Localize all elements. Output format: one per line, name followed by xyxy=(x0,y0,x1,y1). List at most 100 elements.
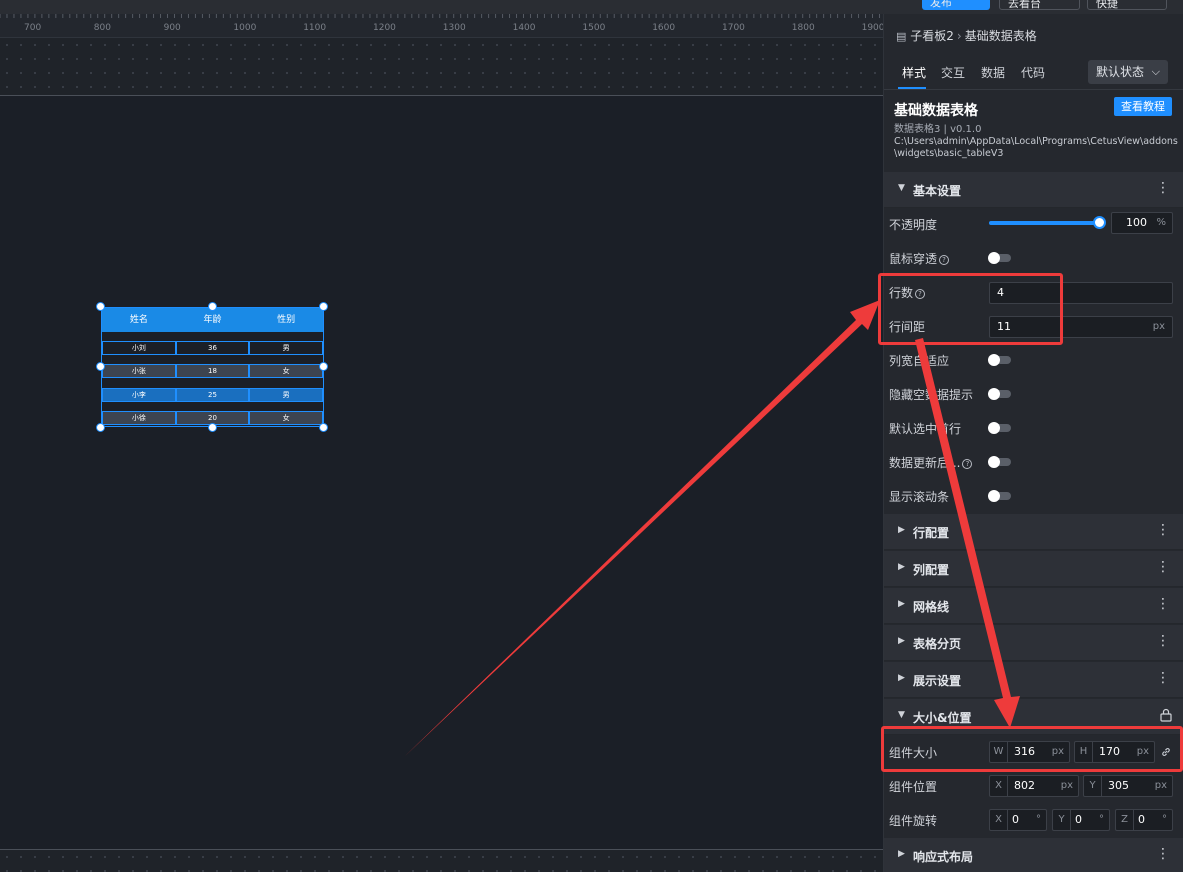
opacity-input[interactable]: 100 % xyxy=(1111,212,1173,234)
section-column-config[interactable]: ▶ 列配置 ⋮ xyxy=(884,551,1183,587)
degree-unit: ° xyxy=(1162,814,1167,825)
resize-handle-n[interactable] xyxy=(208,302,217,311)
opacity-value: 100 xyxy=(1126,216,1147,229)
state-select[interactable]: 默认状态 ⌵ xyxy=(1088,60,1168,84)
resize-handle-w[interactable] xyxy=(96,362,105,371)
section-title: 列配置 xyxy=(913,563,950,577)
section-title: 响应式布局 xyxy=(913,850,974,864)
table-cell: 女 xyxy=(249,411,324,425)
tab-interaction[interactable]: 交互 xyxy=(941,64,965,81)
table-row[interactable]: 小刘 36 男 xyxy=(102,341,324,355)
caret-right-icon: ▶ xyxy=(898,636,905,646)
resize-handle-s[interactable] xyxy=(208,423,217,432)
mouse-through-label: 鼠标穿透? xyxy=(889,250,950,267)
table-row[interactable]: 小李 25 男 xyxy=(102,388,324,402)
more-vertical-icon[interactable]: ⋮ xyxy=(1156,180,1170,196)
panel-tabs: 样式 交互 数据 代码 默认状态 ⌵ xyxy=(884,54,1183,90)
table-cell: 小刘 xyxy=(102,341,176,355)
ruler-tick-label: 1900 xyxy=(861,23,885,33)
mouse-through-toggle[interactable] xyxy=(988,252,1011,264)
breadcrumb-parent[interactable]: 子看板2 xyxy=(910,29,954,43)
opacity-slider-handle[interactable] xyxy=(1093,216,1106,229)
data-update-toggle[interactable] xyxy=(988,456,1011,468)
ruler-tick-label: 800 xyxy=(93,23,111,33)
ruler-tick-label: 1400 xyxy=(512,23,536,33)
px-unit: px xyxy=(1060,780,1073,791)
table-row[interactable]: 小张 18 女 xyxy=(102,364,324,378)
horizontal-ruler[interactable]: 700 800 900 1000 1100 1200 1300 1400 1500 1600 170… xyxy=(0,14,885,38)
editor-canvas[interactable]: 700 800 900 1000 1100 1200 1300 1400 1500 1600 170… xyxy=(0,14,885,872)
board-button[interactable]: 去看台 xyxy=(999,0,1080,10)
show-scrollbar-label: 显示滚动条 xyxy=(889,490,950,504)
section-responsive-layout[interactable]: ▶ 响应式布局 ⋮ xyxy=(884,838,1183,872)
breadcrumb: ▤ 子看板2 › 基础数据表格 xyxy=(896,27,1037,44)
widget-path: C:\Users\admin\AppData\Local\Programs\Ce… xyxy=(894,136,1178,159)
basic-data-table-widget[interactable]: 姓名 年龄 性别 小刘 36 男 小张 18 女 小李 25 男 小徐 20 女 xyxy=(101,307,324,427)
opacity-slider[interactable] xyxy=(989,221,1100,225)
more-vertical-icon[interactable]: ⋮ xyxy=(1156,670,1170,686)
caret-down-icon: ▼ xyxy=(898,183,905,193)
pos-y-input[interactable]: Y 305 px xyxy=(1083,775,1173,797)
data-update-text: 数据更新后... xyxy=(889,456,961,470)
resize-handle-e[interactable] xyxy=(319,362,328,371)
section-basic-settings[interactable]: ▼ 基本设置 ⋮ xyxy=(884,172,1183,208)
tab-code[interactable]: 代码 xyxy=(1021,64,1045,81)
hide-empty-toggle[interactable] xyxy=(988,388,1011,400)
section-row-config[interactable]: ▶ 行配置 ⋮ xyxy=(884,514,1183,550)
table-cell: 男 xyxy=(249,388,324,402)
x-prefix: X xyxy=(990,776,1008,796)
header-cell-gender: 性别 xyxy=(277,315,296,325)
x-prefix: X xyxy=(990,810,1008,830)
resize-handle-sw[interactable] xyxy=(96,423,105,432)
degree-unit: ° xyxy=(1099,814,1104,825)
view-tutorial-button[interactable]: 查看教程 xyxy=(1114,97,1172,116)
help-icon[interactable]: ? xyxy=(962,459,973,469)
active-tab-indicator xyxy=(898,87,926,89)
table-cell: 18 xyxy=(175,364,250,378)
section-pagination[interactable]: ▶ 表格分页 ⋮ xyxy=(884,625,1183,661)
rotation-label: 组件旋转 xyxy=(889,814,938,828)
more-vertical-icon[interactable]: ⋮ xyxy=(1156,596,1170,612)
app-root: 发布 去看台 快捷 700 800 900 1000 1100 1200 1300 1400 1… xyxy=(0,0,1183,872)
more-vertical-icon[interactable]: ⋮ xyxy=(1156,846,1170,862)
top-toolbar: 发布 去看台 快捷 xyxy=(0,0,1183,14)
lock-icon[interactable] xyxy=(1160,708,1172,722)
caret-right-icon: ▶ xyxy=(898,562,905,572)
section-display-settings[interactable]: ▶ 展示设置 ⋮ xyxy=(884,662,1183,698)
rot-z-input[interactable]: Z 0 ° xyxy=(1115,809,1173,831)
y-prefix: Y xyxy=(1084,776,1102,796)
caret-right-icon: ▶ xyxy=(898,849,905,859)
table-cell: 小李 xyxy=(102,388,176,402)
caret-right-icon: ▶ xyxy=(898,673,905,683)
rot-x-input[interactable]: X 0 ° xyxy=(989,809,1047,831)
opacity-label: 不透明度 xyxy=(889,218,938,232)
more-vertical-icon[interactable]: ⋮ xyxy=(1156,522,1170,538)
widget-title: 基础数据表格 xyxy=(894,103,978,119)
resize-handle-se[interactable] xyxy=(319,423,328,432)
section-title: 表格分页 xyxy=(913,637,962,651)
ruler-tick-label: 1600 xyxy=(652,23,676,33)
ruler-tick-label: 1500 xyxy=(582,23,606,33)
resize-handle-nw[interactable] xyxy=(96,302,105,311)
chevron-down-icon: ⌵ xyxy=(1151,65,1160,78)
more-vertical-icon[interactable]: ⋮ xyxy=(1156,559,1170,575)
pos-x-input[interactable]: X 802 px xyxy=(989,775,1079,797)
select-first-toggle[interactable] xyxy=(988,422,1011,434)
caret-right-icon: ▶ xyxy=(898,525,905,535)
help-icon[interactable]: ? xyxy=(939,255,950,265)
tab-style[interactable]: 样式 xyxy=(902,64,926,81)
tab-data[interactable]: 数据 xyxy=(981,64,1005,81)
pos-y-value: 305 xyxy=(1108,779,1129,792)
col-autofit-toggle[interactable] xyxy=(988,354,1011,366)
section-grid-lines[interactable]: ▶ 网格线 ⋮ xyxy=(884,588,1183,624)
show-scrollbar-toggle[interactable] xyxy=(988,490,1011,502)
rot-y-input[interactable]: Y 0 ° xyxy=(1052,809,1110,831)
publish-button[interactable]: 发布 xyxy=(922,0,990,10)
more-vertical-icon[interactable]: ⋮ xyxy=(1156,633,1170,649)
ruler-tick-label: 1800 xyxy=(791,23,815,33)
section-title: 网格线 xyxy=(913,600,950,614)
chevron-right-icon: › xyxy=(956,29,962,43)
shortcut-button[interactable]: 快捷 xyxy=(1087,0,1167,10)
table-cell: 小张 xyxy=(102,364,176,378)
resize-handle-ne[interactable] xyxy=(319,302,328,311)
